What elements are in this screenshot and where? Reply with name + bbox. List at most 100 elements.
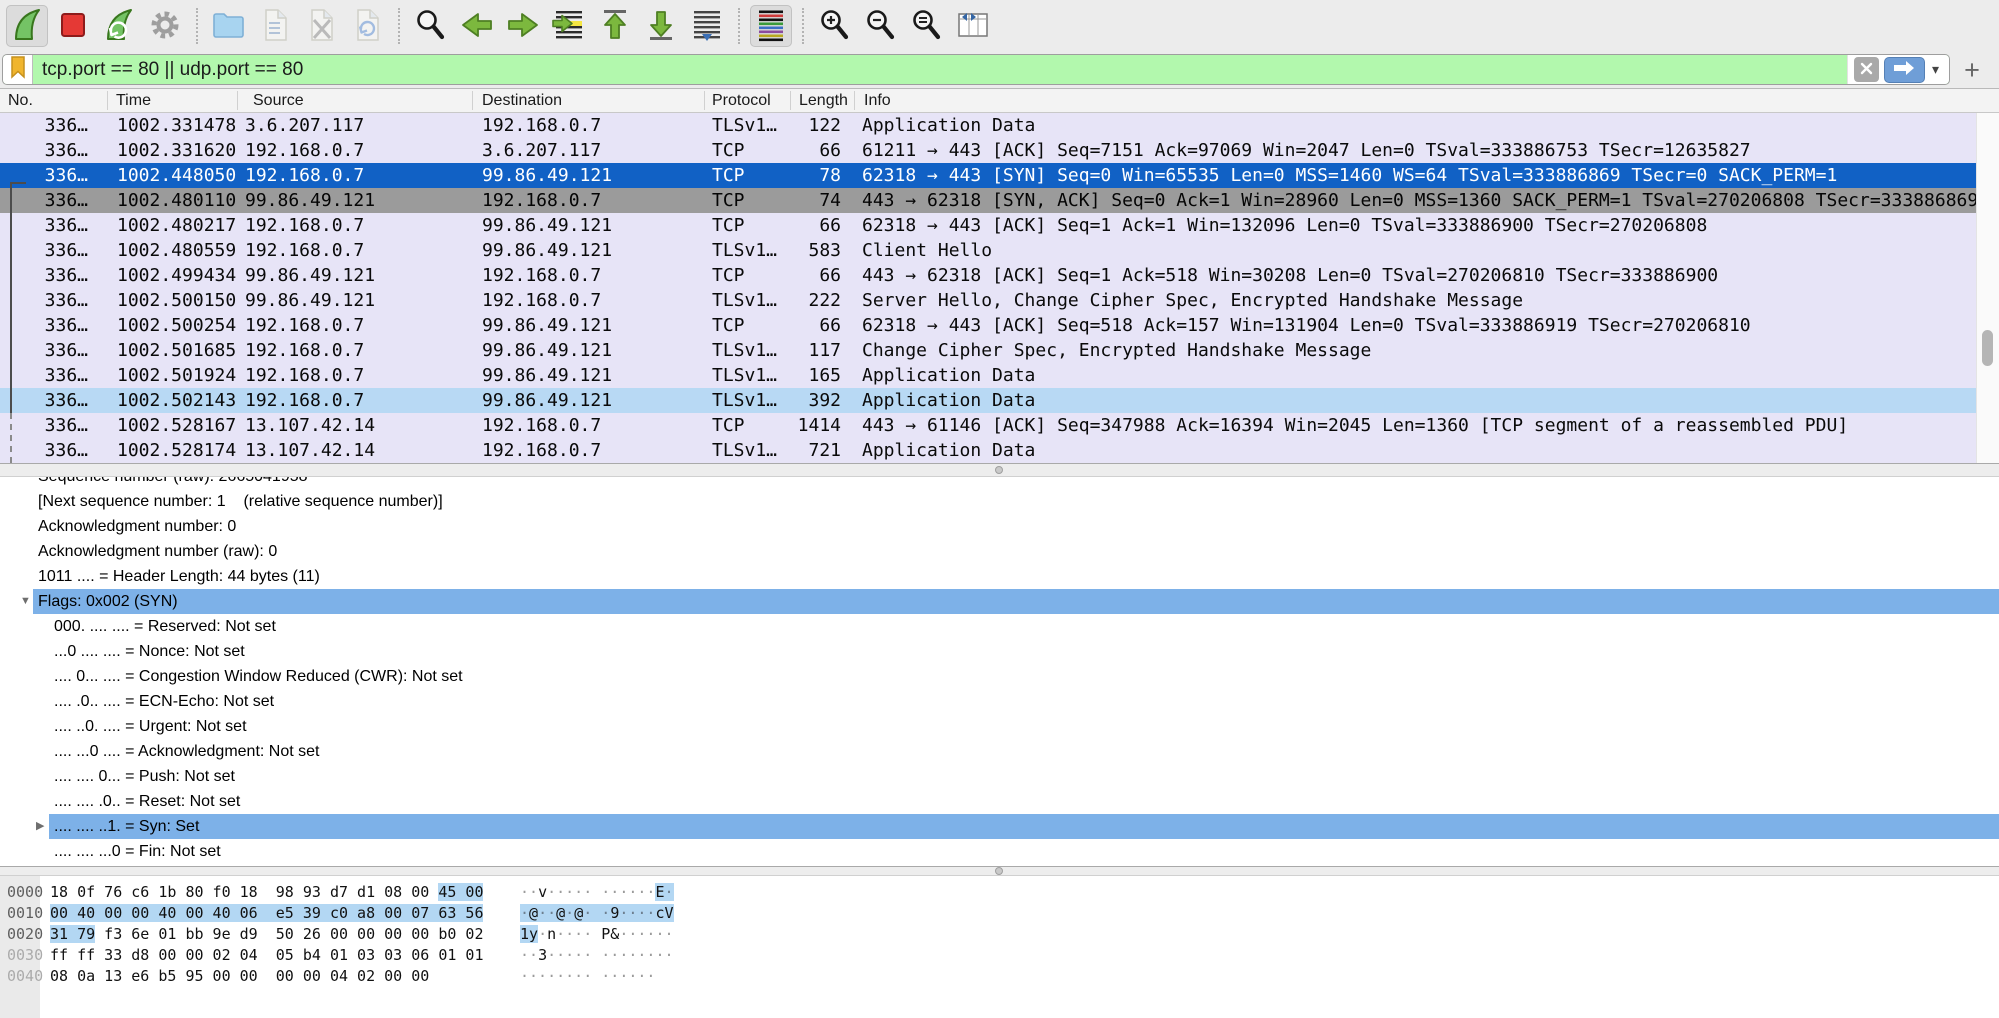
pane-splitter-bottom[interactable] xyxy=(0,866,1999,876)
stop-capture-button[interactable] xyxy=(52,5,94,47)
column-header-destination[interactable]: Destination xyxy=(482,89,697,112)
column-divider[interactable] xyxy=(854,91,855,110)
close-file-button[interactable] xyxy=(300,5,342,47)
restart-capture-button[interactable] xyxy=(98,5,140,47)
detail-tree-item[interactable]: .... ..0. .... = Urgent: Not set xyxy=(0,714,1999,739)
detail-tree-item[interactable]: [Next sequence number: 1 (relative seque… xyxy=(0,489,1999,514)
column-header-no[interactable]: No. xyxy=(8,89,98,112)
go-to-packet-button[interactable] xyxy=(548,5,590,47)
hex-row[interactable]: 001000 40 00 00 40 00 40 06 e5 39 c0 a8 … xyxy=(0,903,1999,924)
open-file-button[interactable] xyxy=(208,5,250,47)
detail-tree-item[interactable]: ...0 .... .... = Nonce: Not set xyxy=(0,639,1999,664)
packet-row[interactable]: 336…1002.501924192.168.0.799.86.49.121TL… xyxy=(0,363,1976,388)
detail-tree-item[interactable]: 000. .... .... = Reserved: Not set xyxy=(0,614,1999,639)
save-file-button[interactable] xyxy=(254,5,296,47)
expand-icon[interactable]: ▶ xyxy=(36,814,44,839)
column-header-protocol[interactable]: Protocol xyxy=(712,89,786,112)
detail-text: ...0 .... .... = Nonce: Not set xyxy=(54,639,245,664)
hex-bytes[interactable]: ff ff 33 d8 00 00 02 04 05 b4 01 03 03 0… xyxy=(50,945,483,966)
goto-lines-icon xyxy=(551,7,587,46)
filter-input[interactable]: tcp.port == 80 || udp.port == 80 ▾ xyxy=(2,54,1950,85)
hex-bytes[interactable]: 08 0a 13 e6 b5 95 00 00 00 00 04 02 00 0… xyxy=(50,966,429,987)
packet-row[interactable]: 336…1002.500254192.168.0.799.86.49.121TC… xyxy=(0,313,1976,338)
packet-list-scrollbar[interactable] xyxy=(1976,113,1999,463)
detail-tree-item[interactable]: 1011 .... = Header Length: 44 bytes (11) xyxy=(0,564,1999,589)
column-header-source[interactable]: Source xyxy=(253,89,463,112)
start-capture-button[interactable] xyxy=(6,5,48,47)
detail-tree-item[interactable]: ▶.... .... ..1. = Syn: Set xyxy=(0,814,1999,839)
go-back-button[interactable] xyxy=(456,5,498,47)
hex-ascii[interactable]: ·@··@·@· ·9····cV xyxy=(520,903,674,924)
capture-options-button[interactable] xyxy=(144,5,186,47)
packet-row[interactable]: 336…1002.480217192.168.0.799.86.49.121TC… xyxy=(0,213,1976,238)
packet-row[interactable]: 336…1002.480559192.168.0.799.86.49.121TL… xyxy=(0,238,1976,263)
hex-row[interactable]: 0030ff ff 33 d8 00 00 02 04 05 b4 01 03 … xyxy=(0,945,1999,966)
detail-tree-item[interactable]: ▼Flags: 0x002 (SYN) xyxy=(0,589,1999,614)
detail-tree-item[interactable]: .... .... .0.. = Reset: Not set xyxy=(0,789,1999,814)
go-first-packet-button[interactable] xyxy=(594,5,636,47)
filter-apply-button[interactable] xyxy=(1884,57,1925,83)
column-header-length[interactable]: Length xyxy=(799,89,853,112)
colorize-packets-button[interactable] xyxy=(750,5,792,47)
column-divider[interactable] xyxy=(704,91,705,110)
packet-row[interactable]: 336…1002.52817413.107.42.14192.168.0.7TL… xyxy=(0,438,1976,463)
detail-tree-item[interactable]: .... .... ...0 = Fin: Not set xyxy=(0,839,1999,864)
packet-row[interactable]: 336…1002.501685192.168.0.799.86.49.121TL… xyxy=(0,338,1976,363)
packet-row[interactable]: 336…1002.502143192.168.0.799.86.49.121TL… xyxy=(0,388,1976,413)
detail-tree-item[interactable]: Acknowledgment number: 0 xyxy=(0,514,1999,539)
go-forward-button[interactable] xyxy=(502,5,544,47)
scrollbar-thumb[interactable] xyxy=(1982,330,1993,366)
column-divider[interactable] xyxy=(237,91,238,110)
go-last-packet-button[interactable] xyxy=(640,5,682,47)
cell-destination: 99.86.49.121 xyxy=(482,363,702,388)
packet-row[interactable]: 336…1002.50015099.86.49.121192.168.0.7TL… xyxy=(0,288,1976,313)
resize-columns-button[interactable] xyxy=(952,5,994,47)
hex-bytes[interactable]: 00 40 00 00 40 00 40 06 e5 39 c0 a8 00 0… xyxy=(50,903,483,924)
hex-bytes[interactable]: 31 79 f3 6e 01 bb 9e d9 50 26 00 00 00 0… xyxy=(50,924,483,945)
x-icon xyxy=(1859,61,1874,79)
filter-bookmark-button[interactable] xyxy=(3,55,33,84)
collapse-icon[interactable]: ▼ xyxy=(20,589,31,614)
detail-tree-item[interactable]: .... .... 0... = Push: Not set xyxy=(0,764,1999,789)
filter-expression-text[interactable]: tcp.port == 80 || udp.port == 80 xyxy=(33,59,1847,81)
cell-source: 192.168.0.7 xyxy=(245,163,475,188)
packet-row[interactable]: 336…1002.48011099.86.49.121192.168.0.7TC… xyxy=(0,188,1976,213)
hex-ascii[interactable]: ········ ······ xyxy=(520,966,655,987)
hex-bytes[interactable]: 18 0f 76 c6 1b 80 f0 18 98 93 d7 d1 08 0… xyxy=(50,882,483,903)
packet-row[interactable]: 336…1002.331620192.168.0.73.6.207.117TCP… xyxy=(0,138,1976,163)
column-divider[interactable] xyxy=(107,91,108,110)
column-divider[interactable] xyxy=(472,91,473,110)
packet-row[interactable]: 336…1002.448050192.168.0.799.86.49.121TC… xyxy=(0,163,1976,188)
column-header-info[interactable]: Info xyxy=(864,89,1164,112)
packet-row[interactable]: 336…1002.49943499.86.49.121192.168.0.7TC… xyxy=(0,263,1976,288)
cell-time: 1002.502143 xyxy=(117,388,242,413)
zoom-in-button[interactable] xyxy=(814,5,856,47)
cell-time: 1002.331478 xyxy=(117,113,242,138)
cell-destination: 192.168.0.7 xyxy=(482,188,702,213)
reload-file-button[interactable] xyxy=(346,5,388,47)
detail-tree-item[interactable]: .... ...0 .... = Acknowledgment: Not set xyxy=(0,739,1999,764)
hex-ascii[interactable]: ··3····· ········ xyxy=(520,945,674,966)
find-packet-button[interactable] xyxy=(410,5,452,47)
hex-row[interactable]: 002031 79 f3 6e 01 bb 9e d9 50 26 00 00 … xyxy=(0,924,1999,945)
packet-row[interactable]: 336…1002.3314783.6.207.117192.168.0.7TLS… xyxy=(0,113,1976,138)
column-divider[interactable] xyxy=(790,91,791,110)
add-filter-button[interactable]: + xyxy=(1957,55,1987,85)
auto-scroll-button[interactable] xyxy=(686,5,728,47)
cell-source: 192.168.0.7 xyxy=(245,388,475,413)
column-header-time[interactable]: Time xyxy=(116,89,231,112)
detail-tree-item[interactable]: Acknowledgment number (raw): 0 xyxy=(0,539,1999,564)
hex-ascii[interactable]: ··v····· ······E· xyxy=(520,882,674,903)
zoom-reset-button[interactable] xyxy=(906,5,948,47)
pane-splitter-top[interactable] xyxy=(0,463,1999,477)
detail-tree-item[interactable]: .... .0.. .... = ECN-Echo: Not set xyxy=(0,689,1999,714)
packet-row[interactable]: 336…1002.52816713.107.42.14192.168.0.7TC… xyxy=(0,413,1976,438)
hex-row[interactable]: 000018 0f 76 c6 1b 80 f0 18 98 93 d7 d1 … xyxy=(0,882,1999,903)
hex-row[interactable]: 004008 0a 13 e6 b5 95 00 00 00 00 04 02 … xyxy=(0,966,1999,987)
filter-dropdown-chevron[interactable]: ▾ xyxy=(1930,61,1941,78)
detail-tree-item[interactable]: .... 0... .... = Congestion Window Reduc… xyxy=(0,664,1999,689)
hex-ascii[interactable]: 1y·n···· P&······ xyxy=(520,924,674,945)
filter-clear-button[interactable] xyxy=(1854,57,1879,82)
zoom-out-button[interactable] xyxy=(860,5,902,47)
detail-tree-item[interactable]: Sequence number (raw): 2665041958 xyxy=(0,477,1999,489)
